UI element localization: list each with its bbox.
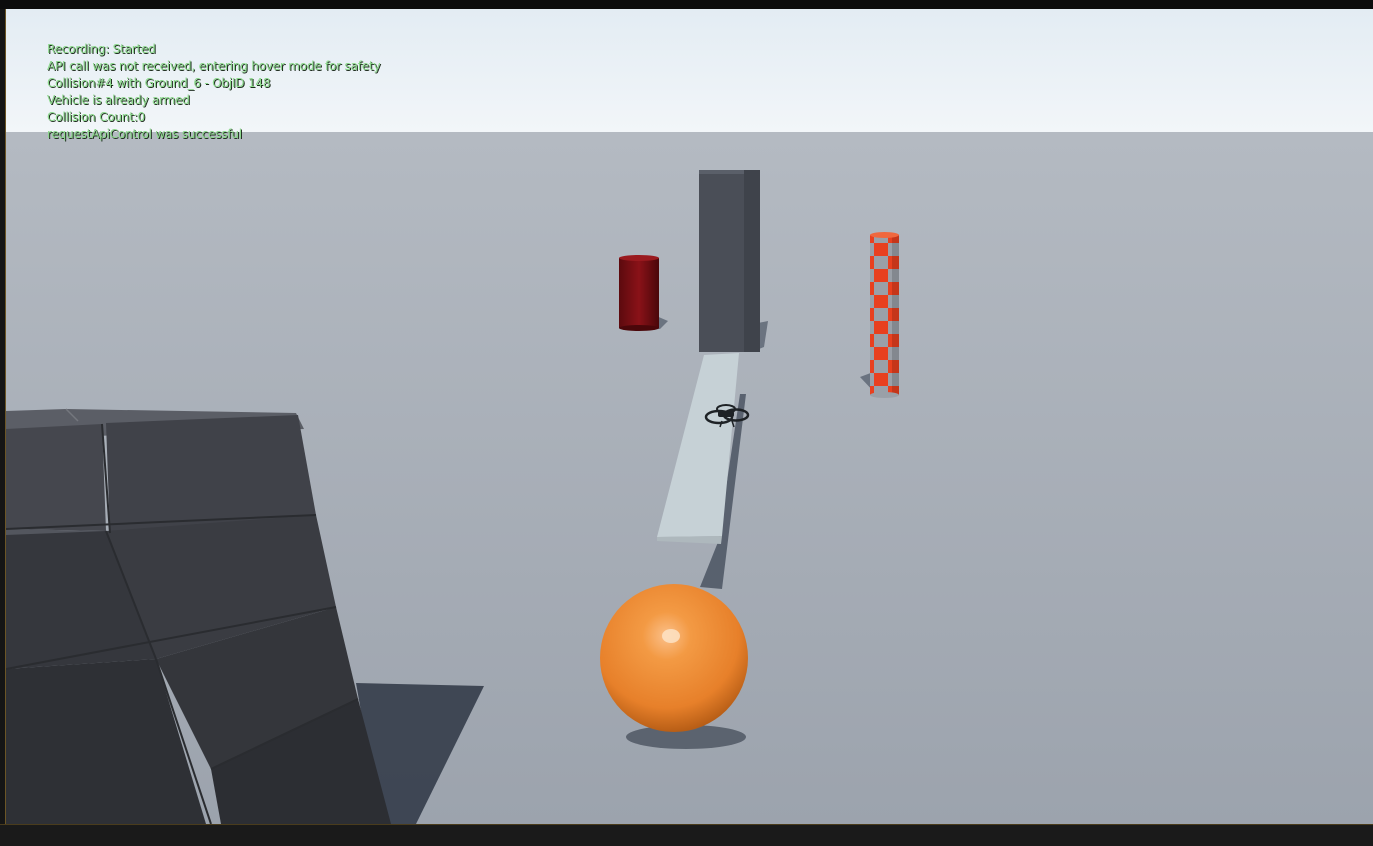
hud-message-log: Recording: Started API call was not rece… bbox=[47, 41, 381, 143]
hud-message: requestApiControl was successful bbox=[47, 127, 242, 141]
gray-tall-box bbox=[699, 170, 768, 352]
window-top-bar bbox=[0, 0, 1373, 9]
hud-message: Recording: Started bbox=[47, 42, 156, 56]
hud-message: Vehicle is already armed bbox=[47, 93, 190, 107]
simulation-viewport[interactable]: Recording: Started API call was not rece… bbox=[5, 9, 1373, 824]
hud-message: Collision Count:0 bbox=[47, 110, 145, 124]
hud-message: API call was not received, entering hove… bbox=[47, 59, 381, 73]
hud-message: Collision#4 with Ground_6 - ObjID 148 bbox=[47, 76, 271, 90]
window-bottom-bar bbox=[0, 824, 1373, 846]
